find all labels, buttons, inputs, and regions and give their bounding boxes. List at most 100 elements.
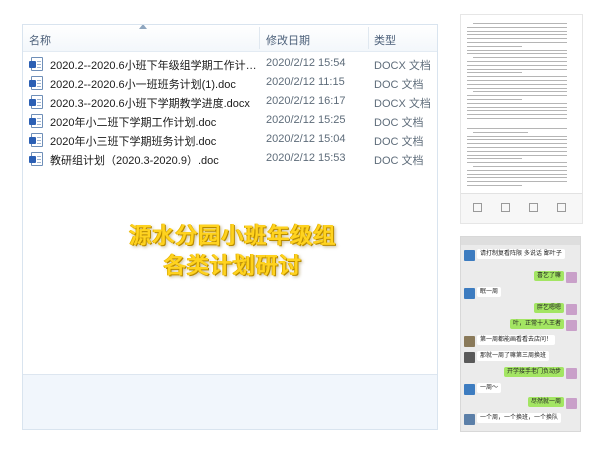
- document-text-line: [467, 80, 567, 81]
- column-divider[interactable]: [368, 27, 369, 49]
- document-text-line: [467, 45, 522, 47]
- file-row[interactable]: 2020.2--2020.6小班下年级组学期工作计划.docx 2020/2/1…: [23, 55, 437, 74]
- file-name: 教研组计划（2020.3-2020.9）.doc: [50, 155, 219, 167]
- chat-status-bar: [461, 237, 580, 245]
- document-text-line: [467, 83, 567, 85]
- chat-bubble-text: 一周～: [477, 383, 502, 393]
- chat-bubble-text: 第一周都能画看看去店问！: [477, 335, 556, 345]
- document-text-line: [467, 61, 567, 62]
- file-date: 2020/2/12 15:04: [266, 133, 346, 145]
- word-document-icon: [29, 57, 43, 71]
- document-text-line: [467, 173, 567, 175]
- column-header-date[interactable]: 修改日期: [266, 32, 310, 48]
- chat-bubble-text: 请打制复看阵限 多说话 鄙叶子: [477, 249, 565, 259]
- avatar: [464, 384, 475, 395]
- document-text-line: [473, 166, 567, 167]
- chat-message: 请打制复看阵限 多说话 鄙叶子: [461, 249, 580, 267]
- document-text-line: [467, 150, 567, 152]
- toolbar-icon: [501, 203, 510, 212]
- document-text-line: [467, 76, 567, 78]
- document-text-line: [467, 72, 522, 74]
- details-pane: [23, 374, 437, 429]
- document-text-line: [467, 143, 567, 145]
- avatar: [464, 288, 475, 299]
- column-header-type[interactable]: 类型: [374, 32, 396, 48]
- document-text-line: [467, 106, 567, 108]
- chat-bubble-text: 一个周，一个换班，一个换队: [477, 413, 562, 423]
- document-text-line: [467, 135, 567, 137]
- file-type: DOCX 文档: [374, 98, 431, 110]
- file-type: DOC 文档: [374, 136, 424, 148]
- document-text-line: [473, 131, 528, 133]
- file-row[interactable]: 教研组计划（2020.3-2020.9）.doc 2020/2/12 15:53…: [23, 150, 437, 169]
- file-row[interactable]: 2020年小三班下学期班务计划.doc 2020/2/12 15:04 DOC …: [23, 131, 437, 150]
- file-type: DOC 文档: [374, 155, 424, 167]
- chat-bubble-text: 尽然就一周: [527, 397, 564, 407]
- file-type: DOCX 文档: [374, 60, 431, 72]
- chat-bubble-text: 叶，正常十人王者: [509, 319, 564, 329]
- document-text-line: [467, 42, 567, 43]
- file-row[interactable]: 2020年小二班下学期工作计划.doc 2020/2/12 15:25 DOC …: [23, 112, 437, 131]
- avatar: [464, 250, 475, 261]
- file-row[interactable]: 2020.3--2020.6小班下学期教学进度.docx 2020/2/12 1…: [23, 93, 437, 112]
- document-text-line: [467, 169, 567, 171]
- chat-bubble-text: 喜乞了嘛: [533, 271, 564, 281]
- banner-title-line1: 源水分园小班年级组: [129, 223, 337, 249]
- file-name: 2020年小二班下学期工作计划.doc: [50, 117, 217, 129]
- document-text-line: [467, 30, 567, 32]
- avatar: [464, 336, 475, 347]
- file-name: 2020年小三班下学期班务计划.doc: [50, 136, 217, 148]
- chat-message: 一个周，一个换班，一个换队: [461, 413, 580, 431]
- document-text-line: [467, 177, 567, 179]
- document-text-line: [467, 64, 567, 66]
- document-text-line: [467, 147, 567, 148]
- chat-bubble-text: 胖乞嗯嗯: [533, 303, 564, 313]
- chat-bubble-text: 开学接手老门负动步: [503, 367, 564, 377]
- file-date: 2020/2/12 11:15: [266, 76, 345, 88]
- column-divider[interactable]: [259, 27, 260, 49]
- document-text-line: [467, 87, 567, 89]
- sort-ascending-icon[interactable]: [139, 25, 147, 29]
- document-text-line: [467, 53, 567, 55]
- toolbar-icon: [557, 203, 566, 212]
- file-explorer-window: 名称 修改日期 类型 2020.2--2020.6小班下年级组学期工作计划.do…: [22, 24, 438, 430]
- column-header-bar: 名称 修改日期 类型: [23, 25, 437, 52]
- document-text-line: [467, 68, 567, 70]
- column-header-name[interactable]: 名称: [29, 32, 51, 48]
- avatar: [464, 352, 475, 363]
- file-row[interactable]: 2020.2--2020.6小一班班务计划(1).doc 2020/2/12 1…: [23, 74, 437, 93]
- avatar: [566, 320, 577, 331]
- file-date: 2020/2/12 15:53: [266, 152, 346, 164]
- chat-bubble-text: 那就一周了嘛第三周换班: [477, 351, 550, 361]
- document-text-line: [467, 139, 567, 141]
- file-date: 2020/2/12 15:25: [266, 114, 346, 126]
- chat-screenshot: 请打制复看阵限 多说话 鄙叶子 喜乞了嘛 眠一周 胖乞嗯嗯 叶，正常十人王者 第…: [460, 236, 581, 432]
- document-text-line: [467, 114, 567, 116]
- document-text-line: [467, 34, 567, 36]
- document-text-line: [473, 23, 567, 24]
- document-text-line: [467, 118, 567, 119]
- chat-bubble-text: 眠一周: [477, 287, 502, 297]
- file-date: 2020/2/12 16:17: [266, 95, 346, 107]
- document-preview-thumbnail: [460, 14, 583, 224]
- document-toolbar: [461, 193, 582, 223]
- word-document-icon: [29, 114, 43, 128]
- file-name: 2020.3--2020.6小班下学期教学进度.docx: [50, 98, 250, 110]
- file-name: 2020.2--2020.6小班下年级组学期工作计划.docx: [50, 60, 257, 72]
- document-text-line: [467, 110, 567, 112]
- document-text-line: [467, 95, 567, 97]
- document-text-line: [473, 91, 567, 93]
- document-text-line: [467, 185, 522, 186]
- toolbar-icon: [529, 203, 538, 212]
- avatar: [566, 398, 577, 409]
- word-document-icon: [29, 95, 43, 109]
- document-text-line: [467, 162, 567, 164]
- avatar: [464, 414, 475, 425]
- file-type: DOC 文档: [374, 79, 424, 91]
- avatar: [566, 272, 577, 283]
- file-type: DOC 文档: [374, 117, 424, 129]
- toolbar-icon: [473, 203, 482, 212]
- document-text-line: [467, 181, 567, 183]
- word-document-icon: [29, 152, 43, 166]
- title-banner: 源水分园小班年级组 各类计划研讨: [93, 221, 373, 281]
